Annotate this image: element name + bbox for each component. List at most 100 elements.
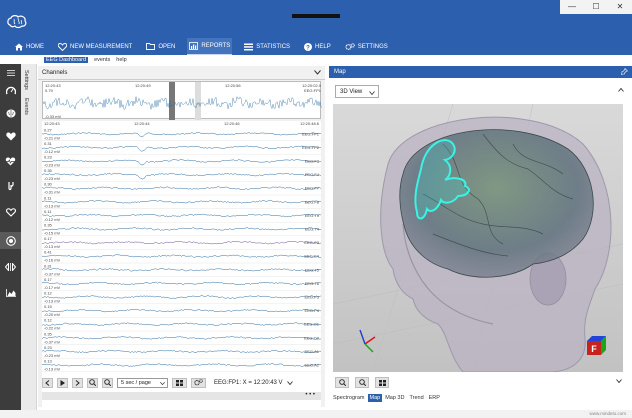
chevron-down-icon[interactable] [314, 70, 321, 75]
menu-help[interactable]: ? HELP [302, 38, 333, 55]
chart-icon [189, 42, 199, 50]
overview-plot[interactable]: 12:20:43 12:20:49 12:20:56 12:20:02.0 EE… [42, 82, 323, 120]
tab-trend[interactable]: Trend [407, 394, 425, 402]
close-button[interactable]: ✕ [608, 0, 632, 14]
menu-statistics-label: STATISTICS [256, 43, 291, 50]
tab-map[interactable]: Map [367, 394, 383, 402]
page-duration-value: 5 sec / page [121, 379, 151, 386]
eeg-channel-row[interactable]: 0.12 -0.13 mV EEG:P3 [41, 291, 322, 305]
sidebar-split[interactable] [0, 259, 21, 274]
eeg-channel-name: EEG:T4 [305, 227, 320, 232]
eeg-channel-row[interactable]: 0.15 -0.20 mV EEG:P4 [41, 304, 322, 318]
eeg-trace [41, 308, 322, 313]
menu-new-measurement[interactable]: NEW MEASUREMENT [56, 38, 134, 55]
vtab-events[interactable]: Events [23, 98, 29, 115]
chevron-down-icon[interactable] [616, 379, 622, 383]
menu-reports-label: REPORTS [201, 43, 231, 49]
eeg-trace [41, 227, 322, 231]
eeg-channel-name: EEG:C4 [304, 254, 319, 259]
eeg-plot[interactable]: 12:20:43 12:20:44 12:20:46 12:20:48.6 0.27 -0… [41, 121, 322, 373]
eeg-channel-row[interactable]: 0.27 -0.21 mV EEG:FP1 [41, 127, 322, 141]
sidebar-heart-outline[interactable] [0, 205, 21, 220]
brain-3d-view[interactable]: F [333, 104, 623, 372]
sidebar-brain[interactable] [0, 106, 21, 121]
chevron-right-icon [75, 379, 80, 386]
title-bar: — ☐ ✕ [0, 0, 632, 38]
overview-strip[interactable]: 12:20:43 12:20:49 12:20:56 12:20:02.0 EE… [42, 81, 323, 120]
overview-window-marker[interactable] [169, 82, 175, 120]
menu-home[interactable]: HOME [13, 38, 46, 55]
channels-header[interactable]: Channels [38, 66, 325, 80]
play-button[interactable] [57, 377, 68, 388]
menu-reports[interactable]: REPORTS [187, 38, 233, 55]
menu-statistics[interactable]: STATISTICS [242, 38, 292, 55]
sidebar-heart-rate[interactable] [0, 154, 21, 169]
channel-settings-button[interactable] [191, 377, 206, 388]
eeg-channel-row[interactable]: 0.23 -0.23 mV EEG:F3 [41, 155, 322, 169]
eeg-channel-row[interactable]: 0.35 -0.37 mV EEG:O2 [41, 331, 322, 345]
eeg-unit-label: -0.13 mV [44, 203, 61, 208]
eeg-channel-row[interactable]: 0.17 -0.17 mV EEG:T6 [41, 277, 322, 291]
subtab-events[interactable]: events [94, 57, 110, 63]
eeg-channel-row[interactable]: 0.11 -0.13 mV EEG:F8 [41, 195, 322, 209]
sidebar-menu[interactable] [0, 65, 21, 80]
eeg-channel-row[interactable]: 0.23 -0.23 mV EEG:A1 [41, 345, 322, 359]
eeg-channel-row[interactable]: 0.13 -0.13 mV EEG:A2 [41, 359, 322, 373]
minimize-button[interactable]: — [560, 0, 584, 14]
eeg-unit-label: -0.37 mV [44, 271, 61, 276]
eeg-channel-row[interactable]: 0.17 -0.13 mV EEG:C3 [41, 236, 322, 250]
tab-spectrogram[interactable]: Spectrogram [331, 394, 367, 402]
next-page-button[interactable] [72, 377, 83, 388]
sidebar-gauge[interactable] [0, 83, 21, 98]
eeg-channel-row[interactable]: 0.31 -0.37 mV EEG:T5 [41, 263, 322, 277]
eeg-channel-row[interactable]: 0.30 -0.31 mV EEG:F7 [41, 182, 322, 196]
eeg-scale-label: 0.23 [44, 155, 53, 160]
sidebar-heart[interactable] [0, 129, 21, 144]
more-options-button[interactable]: • • • [305, 392, 315, 398]
maximize-button[interactable]: ☐ [584, 0, 608, 14]
eeg-channel-row[interactable]: 0.12 -0.22 mV EEG:O1 [41, 318, 322, 332]
chevron-down-icon[interactable] [286, 380, 293, 385]
sidebar-eye-tracking[interactable] [0, 232, 21, 249]
eeg-channel-row[interactable]: 0.41 -0.16 mV EEG:C4 [41, 250, 322, 264]
chevron-up-icon[interactable] [618, 88, 624, 92]
map-header: Map [329, 66, 632, 78]
eeg-trace [41, 145, 322, 152]
grid-icon [176, 379, 183, 386]
zoom-out-icon [358, 379, 366, 386]
subtab-eeg-dashboard[interactable]: EEG Dashboard [44, 56, 89, 63]
zoom-in-button[interactable] [87, 377, 98, 388]
channels-toolbar: 5 sec / page EEG:FP1: X = 12:20:43 V [42, 376, 321, 389]
brain-3d-scene[interactable]: F [333, 104, 623, 372]
layout-grid-button[interactable] [172, 377, 187, 388]
eeg-channel-row[interactable]: 0.35 -0.15 mV EEG:T4 [41, 223, 322, 237]
eeg-traces[interactable]: 12:20:43 12:20:44 12:20:46 12:20:48.6 0.27 -0… [41, 121, 322, 418]
eeg-trace [41, 268, 322, 272]
prev-page-button[interactable] [42, 377, 53, 388]
eeg-channel-row[interactable]: 0.35 -0.23 mV EEG:F4 [41, 168, 322, 182]
map-zoom-in-button[interactable] [335, 377, 349, 388]
channels-title: Channels [42, 69, 68, 76]
eeg-unit-label: -0.12 mV [44, 217, 61, 222]
zoom-out-button[interactable] [102, 377, 113, 388]
map-zoom-out-button[interactable] [355, 377, 369, 388]
menu-settings[interactable]: SETTINGS [343, 38, 390, 55]
page-duration-select[interactable]: 5 sec / page [117, 377, 168, 388]
pin-icon[interactable] [621, 68, 628, 75]
gears-icon [194, 379, 203, 386]
subtab-help[interactable]: help [116, 57, 126, 63]
eeg-trace [41, 281, 322, 286]
gsr-icon [7, 181, 14, 190]
vtab-settings[interactable]: Settings [23, 70, 29, 90]
orientation-cube[interactable]: F [587, 336, 606, 355]
sidebar-gsr[interactable] [0, 179, 21, 194]
map-layout-button[interactable] [375, 377, 389, 388]
menu-open[interactable]: OPEN [144, 38, 177, 55]
tab-erp[interactable]: ERP [427, 394, 442, 402]
tab-map-3d[interactable]: Map 3D [383, 394, 406, 402]
eeg-trace [41, 363, 322, 367]
eeg-channel-row[interactable]: 0.31 -0.12 mV EEG:FP2 [41, 141, 322, 155]
view-mode-select[interactable]: 3D View [335, 85, 379, 98]
sidebar-bar-chart[interactable] [0, 285, 21, 300]
eeg-channel-row[interactable]: 0.11 -0.12 mV EEG:T3 [41, 209, 322, 223]
